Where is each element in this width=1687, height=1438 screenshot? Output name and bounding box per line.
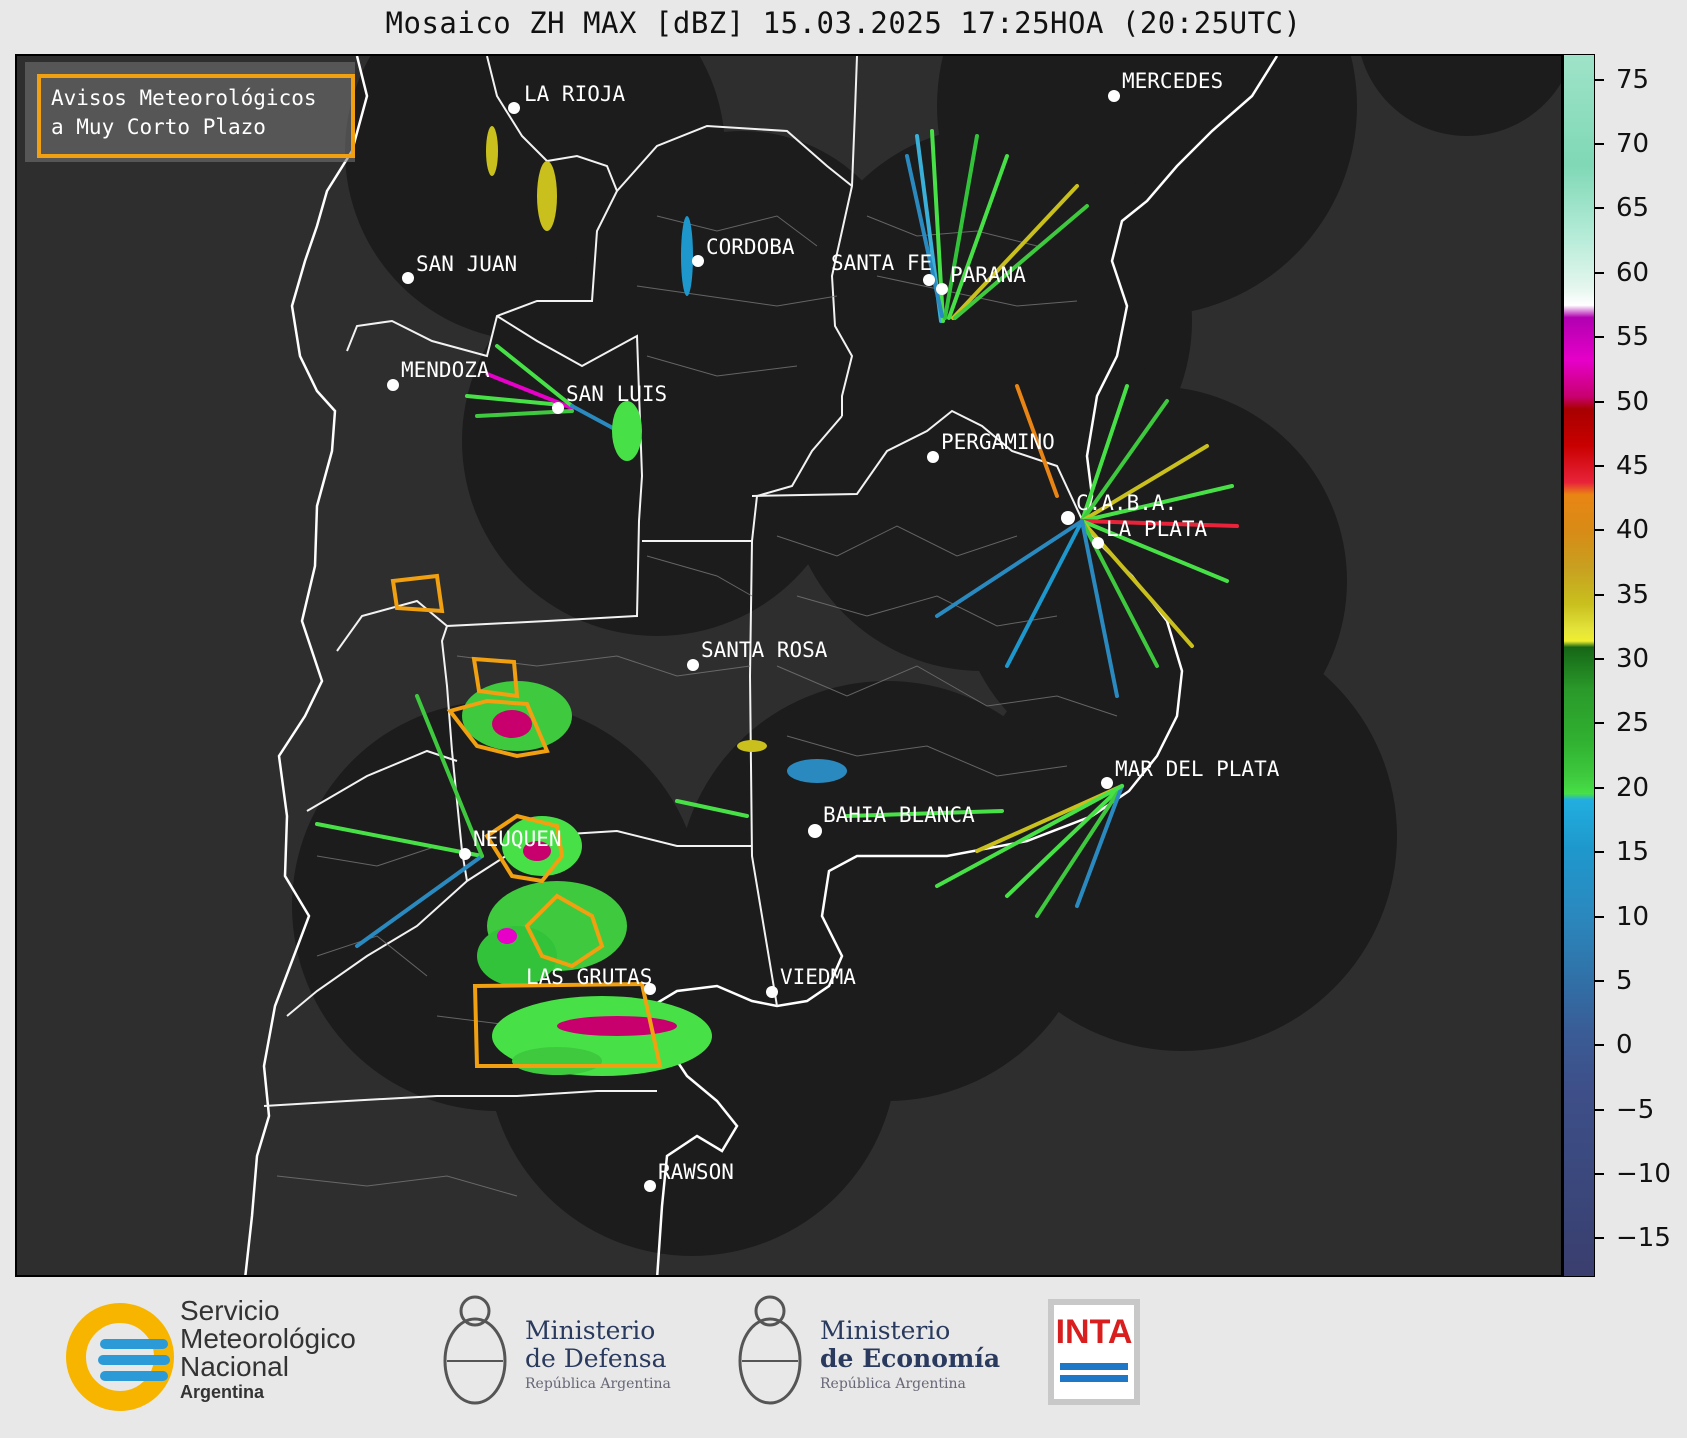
colorbar-tick-label: 75 xyxy=(1616,64,1650,95)
colorbar-tick-label: 0 xyxy=(1616,1030,1633,1061)
colorbar-tick-label: 5 xyxy=(1616,965,1633,996)
colorbar-tick-label: −15 xyxy=(1616,1223,1671,1254)
city-label-la-plata: LA PLATA xyxy=(1106,517,1208,541)
city-label-viedma: VIEDMA xyxy=(780,965,856,989)
economia-seal-icon xyxy=(738,1295,802,1405)
colorbar-tick-mark xyxy=(1595,1108,1604,1111)
colorbar-tick-mark xyxy=(1595,207,1604,210)
colorbar-tick-mark xyxy=(1595,722,1604,725)
smn-logo-icon xyxy=(66,1303,174,1411)
inta-logo: INTA xyxy=(1048,1299,1140,1405)
colorbar-tick-mark xyxy=(1595,529,1604,532)
colorbar-tick-label: 15 xyxy=(1616,837,1650,868)
colorbar-tick-mark xyxy=(1595,143,1604,146)
smn-logo-text: Servicio Meteorológico Nacional Argentin… xyxy=(180,1295,356,1403)
colorbar-tick-mark xyxy=(1595,915,1604,918)
city-label-cordoba: CORDOBA xyxy=(706,235,795,259)
warnings-legend-frame: Avisos Meteorológicos a Muy Corto Plazo xyxy=(37,74,355,158)
colorbar-tick-mark xyxy=(1595,593,1604,596)
colorbar-tick-mark xyxy=(1595,78,1604,81)
colorbar-tick-label: −5 xyxy=(1616,1094,1655,1125)
city-label-santa-rosa: SANTA ROSA xyxy=(701,638,828,662)
city-label-mercedes: MERCEDES xyxy=(1122,69,1223,93)
colorbar-tick-label: 65 xyxy=(1616,193,1650,224)
colorbar-tick-mark xyxy=(1595,658,1604,661)
legend-line-1: Avisos Meteorológicos xyxy=(51,86,317,110)
radar-map[interactable]: LA RIOJA MERCEDES SAN JUAN CORDOBA SANTA… xyxy=(15,54,1563,1277)
map-title: Mosaico ZH MAX [dBZ] 15.03.2025 17:25HOA… xyxy=(385,6,1302,40)
defensa-seal-icon xyxy=(443,1295,507,1405)
economia-logo-text: Ministerio de Economía República Argenti… xyxy=(820,1316,1001,1393)
colorbar-tick-mark xyxy=(1595,336,1604,339)
radar-coverage xyxy=(292,56,1561,1256)
colorbar-tick-mark xyxy=(1595,464,1604,467)
city-label-san-luis: SAN LUIS xyxy=(566,382,667,406)
city-label-mendoza: MENDOZA xyxy=(401,358,490,382)
city-label-caba: C.A.B.A. xyxy=(1076,491,1177,515)
dbz-colorbar xyxy=(1563,54,1595,1277)
colorbar-tick-label: 70 xyxy=(1616,129,1650,160)
city-label-mar-del-plata: MAR DEL PLATA xyxy=(1115,757,1280,781)
colorbar-tick-label: 30 xyxy=(1616,644,1650,675)
city-label-bahia-blanca: BAHIA BLANCA xyxy=(823,803,975,827)
colorbar-tick-label: 35 xyxy=(1616,579,1650,610)
colorbar-tick-label: 50 xyxy=(1616,386,1650,417)
colorbar-tick-label: 20 xyxy=(1616,772,1650,803)
colorbar-tick-label: 60 xyxy=(1616,257,1650,288)
defensa-logo-text: Ministerio de Defensa República Argentin… xyxy=(525,1316,671,1393)
colorbar-tick-mark xyxy=(1595,1237,1604,1240)
city-label-santa-fe: SANTA FE xyxy=(831,251,932,275)
colorbar-tick-label: 25 xyxy=(1616,708,1650,739)
colorbar-tick-label: −10 xyxy=(1616,1159,1671,1189)
city-label-neuquen: NEUQUEN xyxy=(473,827,562,851)
city-label-san-juan: SAN JUAN xyxy=(416,252,517,276)
warnings-legend: Avisos Meteorológicos a Muy Corto Plazo xyxy=(25,62,355,162)
radar-circle-ne xyxy=(1361,56,1561,136)
city-label-pergamino: PERGAMINO xyxy=(941,430,1055,454)
city-label-la-rioja: LA RIOJA xyxy=(524,82,626,106)
city-label-rawson: RAWSON xyxy=(658,1160,734,1184)
inta-logo-text: INTA xyxy=(1055,1313,1133,1351)
colorbar-tick-mark xyxy=(1595,786,1604,789)
city-label-parana: PARANA xyxy=(950,263,1026,287)
colorbar-tick-label: 55 xyxy=(1616,322,1650,353)
colorbar-tick-mark xyxy=(1595,271,1604,274)
city-label-las-grutas: LAS GRUTAS xyxy=(526,965,652,989)
colorbar-tick-label: 40 xyxy=(1616,515,1650,546)
logo-footer: Servicio Meteorológico Nacional Argentin… xyxy=(0,1277,1687,1438)
colorbar-tick-label: 45 xyxy=(1616,450,1650,481)
colorbar-tick-mark xyxy=(1595,1044,1604,1047)
colorbar-tick-mark xyxy=(1595,1173,1604,1175)
colorbar-tick-mark xyxy=(1595,400,1604,403)
map-canvas: LA RIOJA MERCEDES SAN JUAN CORDOBA SANTA… xyxy=(244,56,1561,1275)
legend-line-2: a Muy Corto Plazo xyxy=(51,115,266,139)
colorbar-tick-mark xyxy=(1595,979,1604,982)
colorbar-tick-mark xyxy=(1595,851,1604,854)
colorbar-tick-label: 10 xyxy=(1616,901,1650,932)
